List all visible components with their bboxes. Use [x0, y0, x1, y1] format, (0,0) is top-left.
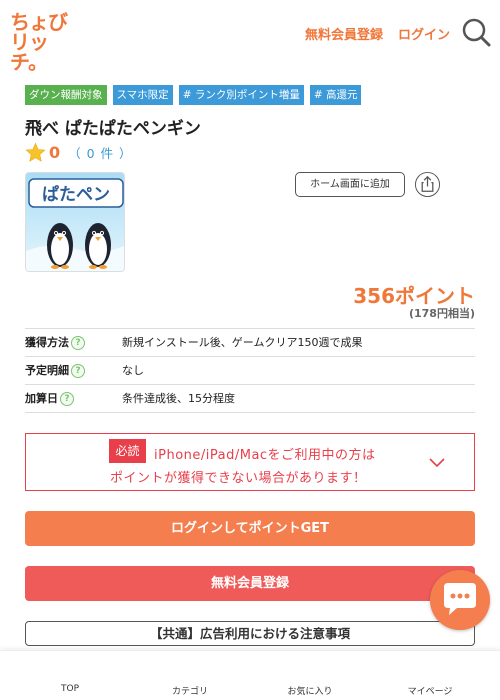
- home-icon: [61, 662, 79, 679]
- user-icon: [425, 662, 435, 672]
- help-icon[interactable]: ?: [71, 335, 85, 350]
- info-row-credit-date: 加算日 ? 条件達成後、15分程度: [25, 385, 475, 413]
- nav-favorites-label: お気に入り: [287, 687, 333, 697]
- nav-favorites[interactable]: お気に入り: [250, 651, 370, 700]
- app-icon-text: ぱたペン: [42, 184, 110, 205]
- info-value: なし: [122, 364, 144, 377]
- help-icon[interactable]: ?: [71, 363, 85, 378]
- nav-category[interactable]: カテゴリ: [130, 651, 250, 700]
- review-count-link[interactable]: （ 0 件 ）: [68, 143, 132, 162]
- chat-icon[interactable]: [430, 570, 490, 630]
- header-register-link[interactable]: 無料会員登録: [305, 24, 383, 43]
- help-icon[interactable]: ?: [60, 391, 74, 406]
- header-login-link[interactable]: ログイン: [398, 24, 450, 43]
- nav-category-label: カテゴリ: [171, 687, 208, 697]
- bottom-navigation: TOP カテゴリ お気に入り マイページ: [0, 650, 500, 700]
- info-label: 獲得方法 ?: [25, 329, 85, 356]
- login-get-points-button[interactable]: ログインしてポイントGET: [25, 511, 475, 546]
- search-icon[interactable]: [460, 16, 492, 48]
- free-register-button[interactable]: 無料会員登録: [25, 566, 475, 601]
- ad-notice-button[interactable]: 【共通】広告利用における注意事項: [25, 621, 475, 646]
- nav-top-label: TOP: [60, 684, 79, 694]
- tag-smartphone-only: スマホ限定: [112, 85, 173, 105]
- app-icon: ぱたペン: [25, 172, 125, 272]
- offer-title: 飛べ ぱたぱたペンギン: [25, 119, 201, 139]
- add-to-home-button[interactable]: ホーム画面に追加: [295, 172, 405, 197]
- star-icon: [25, 142, 46, 162]
- yen-equivalent: (178円相当): [408, 307, 475, 320]
- must-read-badge: 必読: [109, 439, 146, 463]
- notice-line-2: ポイントが獲得できない場合があります！: [110, 471, 367, 486]
- info-row-details: 予定明細 ? なし: [25, 357, 475, 385]
- info-label: 加算日 ?: [25, 385, 74, 412]
- offer-tags: ダウン報酬対象 スマホ限定 # ランク別ポイント増量 # 高還元: [25, 85, 367, 105]
- info-value: 条件達成後、15分程度: [122, 392, 235, 405]
- heart-icon: [301, 663, 319, 678]
- apple-device-notice[interactable]: 必読 iPhone/iPad/Macをご利用中の方は ポイントが獲得できない場合…: [25, 433, 475, 491]
- chobirich-logo[interactable]: ちょび リッチ。: [10, 10, 72, 72]
- category-icon: [181, 661, 190, 670]
- nav-mypage[interactable]: マイページ: [370, 651, 490, 700]
- share-icon[interactable]: [414, 171, 441, 198]
- info-label-text: 予定明細: [25, 364, 69, 377]
- info-row-acquisition: 獲得方法 ? 新規インストール後、ゲームクリア150週で成果: [25, 329, 475, 357]
- tag-down-reward: ダウン報酬対象: [25, 85, 107, 105]
- penguin-app-image: ぱたペン: [26, 173, 124, 271]
- logo-line-2: リッチ。: [10, 30, 49, 74]
- logo-line-1: ちょび: [10, 10, 68, 34]
- rating: 0 （ 0 件 ）: [25, 141, 133, 163]
- offer-info-table: 獲得方法 ? 新規インストール後、ゲームクリア150週で成果 予定明細 ? なし…: [25, 328, 475, 413]
- notice-line-1: iPhone/iPad/Macをご利用中の方は: [154, 448, 376, 463]
- nav-mypage-label: マイページ: [407, 687, 453, 697]
- tag-high-return[interactable]: # 高還元: [309, 85, 362, 105]
- rating-value: 0: [49, 142, 61, 162]
- info-value: 新規インストール後、ゲームクリア150週で成果: [122, 336, 363, 349]
- info-label-text: 加算日: [25, 392, 58, 405]
- header: ちょび リッチ。 無料会員登録 ログイン: [0, 0, 500, 72]
- tag-rank-bonus[interactable]: # ランク別ポイント増量: [178, 85, 304, 105]
- info-label: 予定明細 ?: [25, 357, 85, 384]
- chevron-down-icon[interactable]: [428, 453, 446, 471]
- nav-top[interactable]: TOP: [10, 651, 130, 700]
- info-label-text: 獲得方法: [25, 336, 69, 349]
